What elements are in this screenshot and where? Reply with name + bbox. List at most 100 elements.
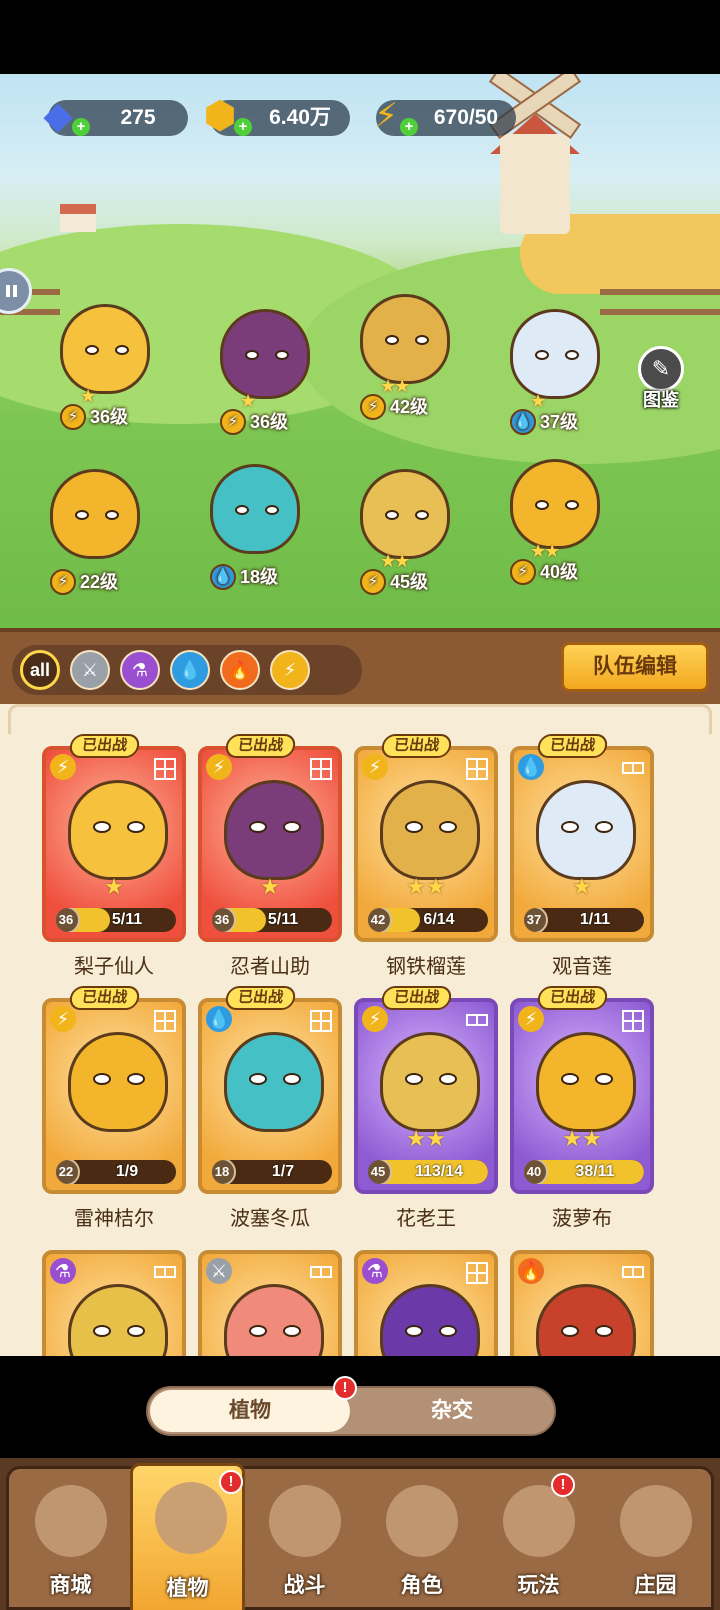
plant-name: 雷神桔尔 xyxy=(74,1208,154,1230)
element-filters: all ⚔ ⚗ 💧 🔥 ⚡ xyxy=(12,645,362,695)
lightning-icon: ⚡ xyxy=(360,569,386,595)
field-hero[interactable]: ★★ ⚡ 45级 xyxy=(340,459,470,599)
deployed-badge: 已出战 xyxy=(536,986,609,1010)
plant-card[interactable]: 已出战 ⚡ ★ 36 5/11 忍者山助 xyxy=(198,734,342,979)
plant-portrait xyxy=(224,1032,324,1132)
fragment-progress: 22 1/9 xyxy=(56,1160,176,1184)
field-hero[interactable]: ★ ⚡ 36级 xyxy=(200,299,330,439)
hero-sprite xyxy=(510,309,600,399)
plant-card[interactable]: 已出战 ⚡ ★★ 40 38/11 菠萝布 xyxy=(510,986,654,1231)
plant-level: 36 xyxy=(56,908,80,932)
plants-icon xyxy=(155,1482,227,1554)
lightning-icon: ⚡ xyxy=(518,1006,544,1032)
energy-counter[interactable]: ⚡ + 670/50 xyxy=(374,98,516,136)
guide-button[interactable]: ✎ 图鉴 xyxy=(634,346,688,412)
potion-icon: ⚗ xyxy=(50,1258,76,1284)
filter-fire-icon[interactable]: 🔥 xyxy=(220,650,260,690)
filter-lightning-icon[interactable]: ⚡ xyxy=(270,650,310,690)
lightning-icon: ⚡ xyxy=(50,754,76,780)
nav-label: 商城 xyxy=(49,1574,92,1597)
plant-card[interactable]: 🔥 xyxy=(510,1250,654,1356)
lightning-icon: ⚡ xyxy=(50,569,76,595)
plant-card-frame: ⚡ ★ 36 5/11 xyxy=(198,746,342,942)
slot-grid-icon xyxy=(622,1010,644,1032)
field-hero[interactable]: ★ 💧 37级 xyxy=(490,299,620,439)
plant-portrait xyxy=(380,1284,480,1356)
status-bar xyxy=(0,0,720,74)
fragment-progress: 36 5/11 xyxy=(56,908,176,932)
filter-water-icon[interactable]: 💧 xyxy=(170,650,210,690)
nav-gameplay[interactable]: 玩法 ! xyxy=(481,1469,596,1607)
plant-card[interactable]: 已出战 💧 ★ 37 1/11 观音莲 xyxy=(510,734,654,979)
plant-collection-grid: 已出战 ⚡ ★ 36 5/11 梨子仙人 已出战 ⚡ ★ 36 5/11 忍者山… xyxy=(0,704,720,1356)
slot-grid-icon xyxy=(154,1266,176,1278)
filter-sword-icon[interactable]: ⚔ xyxy=(70,650,110,690)
alert-icon: ! xyxy=(551,1473,575,1497)
add-gems-icon[interactable]: + xyxy=(72,118,90,136)
deployed-badge: 已出战 xyxy=(68,986,141,1010)
hero-level: ⚡ 36级 xyxy=(220,409,288,435)
plant-card[interactable]: 已出战 💧 18 1/7 波塞冬瓜 xyxy=(198,986,342,1231)
water-icon: 💧 xyxy=(510,409,536,435)
plant-card[interactable]: 已出战 ⚡ ★★ 42 6/14 钢铁榴莲 xyxy=(354,734,498,979)
fragment-progress: 18 1/7 xyxy=(212,1160,332,1184)
hero-level: ⚡ 40级 xyxy=(510,559,578,585)
field-hero[interactable]: ★★ ⚡ 40级 xyxy=(490,449,620,589)
plant-card[interactable]: 已出战 ⚡ ★ 36 5/11 梨子仙人 xyxy=(42,734,186,979)
tab-hybrid[interactable]: 杂交 xyxy=(352,1390,552,1432)
plant-portrait xyxy=(536,1284,636,1356)
plant-card[interactable]: ⚗ xyxy=(354,1250,498,1356)
hero-sprite xyxy=(510,459,600,549)
plant-card[interactable]: 已出战 ⚡ ★★ 45 113/14 花老王 xyxy=(354,986,498,1231)
filter-potion-icon[interactable]: ⚗ xyxy=(120,650,160,690)
plant-card-frame: ⚗ xyxy=(354,1250,498,1356)
nav-character[interactable]: 角色 xyxy=(364,1469,479,1607)
nav-battle[interactable]: 战斗 xyxy=(247,1469,362,1607)
plant-card[interactable]: ⚗ xyxy=(42,1250,186,1356)
alert-icon: ! xyxy=(219,1470,243,1494)
sword-icon: ⚔ xyxy=(81,659,99,680)
fragment-progress: 40 38/11 xyxy=(524,1160,644,1184)
plant-name: 菠萝布 xyxy=(552,1208,612,1230)
nav-manor[interactable]: 庄园 xyxy=(598,1469,713,1607)
lightning-icon: ⚡ xyxy=(362,1006,388,1032)
fragment-count: 5/11 xyxy=(267,911,299,928)
house-icon xyxy=(60,204,96,232)
coin-counter[interactable]: ⬢ + 6.40万 xyxy=(203,97,350,136)
slot-grid-icon xyxy=(622,1266,644,1278)
fragment-progress: 45 113/14 xyxy=(368,1160,488,1184)
tab-plants[interactable]: 植物 xyxy=(150,1390,350,1432)
gem-value: 275 xyxy=(120,106,156,129)
bottom-nav: 商城 植物 ! 战斗 角色 玩法 ! 庄园 xyxy=(0,1458,720,1610)
character-icon xyxy=(386,1485,458,1557)
nav-shop[interactable]: 商城 xyxy=(13,1469,128,1607)
deployed-badge: 已出战 xyxy=(224,986,297,1010)
nav-plants[interactable]: 植物 ! xyxy=(130,1463,245,1610)
plant-stars: ★ xyxy=(104,874,124,899)
plant-card-frame: ⚔ xyxy=(198,1250,342,1356)
team-edit-button[interactable]: 队伍编辑 xyxy=(561,642,709,692)
slot-grid-icon xyxy=(310,758,332,780)
fragment-count: 5/11 xyxy=(111,911,143,928)
plant-card[interactable]: 已出战 ⚡ 22 1/9 雷神桔尔 xyxy=(42,986,186,1231)
energy-value: 670/50 xyxy=(433,106,499,129)
fragment-count: 113/14 xyxy=(414,1163,464,1180)
deployed-badge: 已出战 xyxy=(224,734,297,758)
fragment-progress: 42 6/14 xyxy=(368,908,488,932)
plant-portrait xyxy=(224,780,324,880)
add-coins-icon[interactable]: + xyxy=(234,118,252,136)
field-hero[interactable]: 💧 18级 xyxy=(190,454,320,594)
lightning-icon: ⚡ xyxy=(50,1006,76,1032)
field-hero[interactable]: ⚡ 22级 xyxy=(30,459,160,599)
field-hero[interactable]: ★★ ⚡ 42级 xyxy=(340,284,470,424)
slot-grid-icon xyxy=(154,758,176,780)
add-energy-icon[interactable]: + xyxy=(400,118,418,136)
gem-counter[interactable]: ◆ + 275 xyxy=(43,97,188,136)
hero-sprite xyxy=(360,294,450,384)
bottom-nav-bar: 商城 植物 ! 战斗 角色 玩法 ! 庄园 xyxy=(6,1463,714,1610)
plant-card[interactable]: ⚔ xyxy=(198,1250,342,1356)
plant-card-frame: ⚡ ★ 36 5/11 xyxy=(42,746,186,942)
field-hero[interactable]: ★ ⚡ 36级 xyxy=(40,294,170,434)
coin-value: 6.40万 xyxy=(269,106,331,129)
filter-all-icon[interactable]: all xyxy=(20,650,60,690)
